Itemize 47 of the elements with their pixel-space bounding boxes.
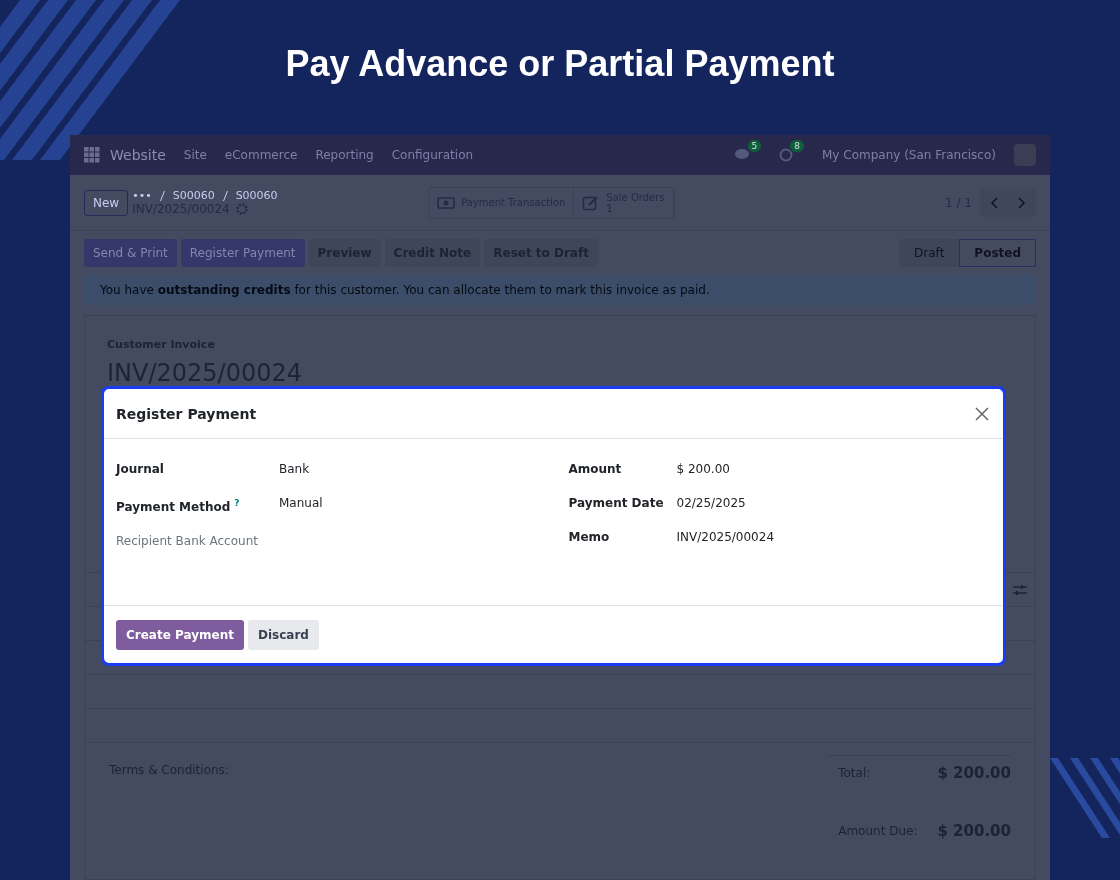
field-value[interactable]: 02/25/2025 <box>668 493 991 513</box>
chevron-left-icon <box>990 196 998 209</box>
field-value[interactable]: Manual <box>271 493 539 517</box>
chat-icon[interactable] <box>734 148 751 162</box>
field-value[interactable]: $ 200.00 <box>668 459 991 479</box>
new-button[interactable]: New <box>84 189 129 216</box>
field-label: Amount <box>568 461 623 478</box>
action-button[interactable]: Send & Print <box>84 239 177 267</box>
company-name[interactable]: My Company (San Francisco) <box>822 148 996 162</box>
sliders-icon[interactable] <box>1013 583 1027 596</box>
field-label: Recipient Bank Account <box>116 533 259 550</box>
clock-icon[interactable] <box>779 148 794 162</box>
field-label: Memo <box>568 529 611 546</box>
slash-icon <box>159 190 165 201</box>
field-label: Journal <box>116 461 165 478</box>
field-label: Payment Date <box>568 495 665 512</box>
menu-item[interactable]: Reporting <box>315 148 374 162</box>
apps-grid-icon[interactable] <box>84 147 100 163</box>
menu-item[interactable]: eCommerce <box>224 148 298 162</box>
field-value[interactable]: Bank <box>271 459 539 479</box>
help-mark: ? <box>234 498 240 508</box>
dialog-button[interactable]: Create Payment <box>116 619 244 650</box>
menu-item[interactable]: Configuration <box>391 148 474 162</box>
field-value[interactable]: INV/2025/00024 <box>668 527 991 547</box>
close-button[interactable] <box>973 404 991 423</box>
dialog-title: Register Payment <box>116 405 257 422</box>
status-stage[interactable]: Posted <box>959 239 1036 267</box>
status-stage[interactable]: Draft <box>899 239 960 267</box>
page-title: Pay Advance or Partial Payment <box>285 42 835 85</box>
count-badge: 5 <box>747 140 762 152</box>
app-name: Website <box>110 147 166 163</box>
breadcrumb[interactable]: ••• <box>132 189 152 202</box>
chevron-right-icon <box>1018 196 1026 209</box>
slash-icon <box>222 190 228 201</box>
previous-button[interactable] <box>980 188 1008 217</box>
menu-item[interactable]: Site <box>183 148 207 162</box>
gear-icon[interactable] <box>235 203 248 215</box>
banknote-icon <box>437 196 456 209</box>
dialog-button[interactable]: Discard <box>247 619 319 650</box>
count-badge: 8 <box>790 140 804 152</box>
edit-icon <box>582 193 601 212</box>
alert-message: You have outstanding credits for this customer. You can allocate them to mark this invoice as paid. <box>84 275 1036 305</box>
next-button[interactable] <box>1008 188 1036 217</box>
action-button[interactable]: Register Payment <box>180 239 305 267</box>
breadcrumb[interactable]: S00060 <box>172 189 215 202</box>
breadcrumb[interactable]: S00060 <box>235 189 278 202</box>
field-label: Payment Method $^{?}$ <box>116 497 241 516</box>
